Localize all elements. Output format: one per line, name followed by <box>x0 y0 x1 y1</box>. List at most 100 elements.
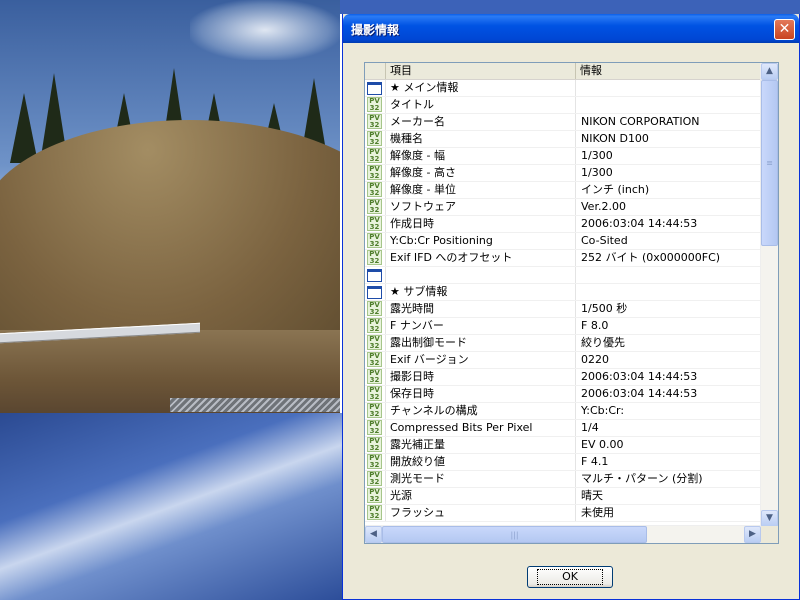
pv-icon: PV 32 <box>367 199 382 214</box>
pv-icon: PV 32 <box>367 148 382 163</box>
row-icon-cell: PV 32 <box>365 505 386 521</box>
item-value: 1/300 <box>581 166 613 179</box>
grip-icon: ≡ <box>766 158 773 168</box>
column-header-item[interactable]: 項目 <box>386 63 576 79</box>
list-item[interactable]: PV 32 作成日時 2006:03:04 14:44:53 <box>365 216 761 233</box>
list-item[interactable]: PV 32 Exif IFD へのオフセット 252 バイト (0x000000FC… <box>365 250 761 267</box>
header-icon-column[interactable] <box>365 63 386 79</box>
row-icon-cell: PV 32 <box>365 352 386 368</box>
fence <box>170 398 340 412</box>
column-header-info[interactable]: 情報 <box>576 63 761 79</box>
list-item[interactable]: PV 32 タイトル <box>365 97 761 114</box>
pv-icon: PV 32 <box>367 182 382 197</box>
item-name: 測光モード <box>386 471 576 487</box>
list-item[interactable]: PV 32 解像度 - 高さ 1/300 <box>365 165 761 182</box>
item-value: 絞り優先 <box>581 336 625 349</box>
exif-list[interactable]: 項目 情報 ★ メイン情報 PV 32 タイトル PV 32 メーカー名 NIKON CO… <box>364 62 779 544</box>
item-value <box>576 267 761 283</box>
list-item[interactable]: PV 32 Compressed Bits Per Pixel 1/4 <box>365 420 761 437</box>
list-item[interactable]: PV 32 露出制御モード 絞り優先 <box>365 335 761 352</box>
pv-icon: PV 32 <box>367 488 382 503</box>
row-icon-cell: PV 32 <box>365 403 386 419</box>
row-icon-cell: PV 32 <box>365 182 386 198</box>
item-value: F 8.0 <box>581 319 609 332</box>
pv-icon: PV 32 <box>367 505 382 520</box>
list-item[interactable]: PV 32 Y:Cb:Cr Positioning Co-Sited <box>365 233 761 250</box>
horizontal-scrollbar[interactable]: ◀ ||| ▶ <box>365 525 761 543</box>
scroll-down-button[interactable]: ▼ <box>761 510 778 527</box>
item-value: 未使用 <box>581 506 614 519</box>
row-icon-cell: PV 32 <box>365 216 386 232</box>
pv-icon: PV 32 <box>367 471 382 486</box>
item-name: メーカー名 <box>386 114 576 130</box>
row-icon-cell: PV 32 <box>365 335 386 351</box>
vertical-scrollbar[interactable]: ▲ ≡ ▼ <box>760 63 778 527</box>
row-icon-cell <box>365 267 386 283</box>
list-item[interactable]: PV 32 開放絞り値 F 4.1 <box>365 454 761 471</box>
pv-icon: PV 32 <box>367 233 382 248</box>
list-item[interactable]: PV 32 保存日時 2006:03:04 14:44:53 <box>365 386 761 403</box>
item-value: 1/300 <box>581 149 613 162</box>
list-item[interactable]: PV 32 露光補正量 EV 0.00 <box>365 437 761 454</box>
list-item[interactable]: PV 32 チャンネルの構成 Y:Cb:Cr: <box>365 403 761 420</box>
item-value: インチ (inch) <box>581 183 650 196</box>
row-icon-cell: PV 32 <box>365 233 386 249</box>
row-icon-cell: PV 32 <box>365 301 386 317</box>
item-value: 1/500 秒 <box>581 302 628 315</box>
item-value: マルチ・パターン (分割) <box>581 472 703 485</box>
item-name: 機種名 <box>386 131 576 147</box>
title-bar[interactable]: 撮影情報 ✕ <box>343 14 799 43</box>
item-name: Exif IFD へのオフセット <box>386 250 576 266</box>
list-item[interactable]: PV 32 ソフトウェア Ver.2.00 <box>365 199 761 216</box>
close-button[interactable]: ✕ <box>774 19 795 40</box>
list-item[interactable]: PV 32 撮影日時 2006:03:04 14:44:53 <box>365 369 761 386</box>
ok-label: OK <box>537 569 603 585</box>
item-value: Co-Sited <box>581 234 628 247</box>
list-item[interactable]: PV 32 解像度 - 幅 1/300 <box>365 148 761 165</box>
section-icon <box>367 269 382 282</box>
horizontal-scroll-thumb[interactable]: ||| <box>382 526 647 543</box>
item-name: ソフトウェア <box>386 199 576 215</box>
item-value <box>576 284 761 300</box>
list-item[interactable]: ★ サブ情報 <box>365 284 761 301</box>
row-icon-cell: PV 32 <box>365 199 386 215</box>
scroll-left-button[interactable]: ◀ <box>365 526 382 543</box>
item-name: Compressed Bits Per Pixel <box>386 420 576 436</box>
vertical-scroll-thumb[interactable]: ≡ <box>761 80 778 246</box>
item-value: NIKON D100 <box>581 132 649 145</box>
item-name: 光源 <box>386 488 576 504</box>
item-name: 開放絞り値 <box>386 454 576 470</box>
scroll-up-button[interactable]: ▲ <box>761 63 778 80</box>
row-icon-cell: PV 32 <box>365 471 386 487</box>
item-value: 晴天 <box>581 489 603 502</box>
list-item[interactable]: PV 32 露光時間 1/500 秒 <box>365 301 761 318</box>
pv-icon: PV 32 <box>367 131 382 146</box>
pv-icon: PV 32 <box>367 454 382 469</box>
ok-button[interactable]: OK <box>527 566 613 588</box>
row-icon-cell: PV 32 <box>365 250 386 266</box>
list-item[interactable]: PV 32 メーカー名 NIKON CORPORATION <box>365 114 761 131</box>
list-item[interactable]: PV 32 フラッシュ 未使用 <box>365 505 761 522</box>
list-item[interactable]: ★ メイン情報 <box>365 80 761 97</box>
list-item[interactable]: PV 32 F ナンバー F 8.0 <box>365 318 761 335</box>
list-item[interactable]: PV 32 測光モード マルチ・パターン (分割) <box>365 471 761 488</box>
row-icon-cell: PV 32 <box>365 97 386 113</box>
item-value: 2006:03:04 14:44:53 <box>581 217 698 230</box>
pv-icon: PV 32 <box>367 301 382 316</box>
list-item[interactable]: PV 32 解像度 - 単位 インチ (inch) <box>365 182 761 199</box>
row-icon-cell: PV 32 <box>365 165 386 181</box>
item-name: 解像度 - 幅 <box>386 148 576 164</box>
grip-icon: ||| <box>510 530 519 539</box>
list-item[interactable]: PV 32 Exif バージョン 0220 <box>365 352 761 369</box>
item-name: F ナンバー <box>386 318 576 334</box>
list-item[interactable]: PV 32 光源 晴天 <box>365 488 761 505</box>
pv-icon: PV 32 <box>367 420 382 435</box>
pv-icon: PV 32 <box>367 97 382 112</box>
pv-icon: PV 32 <box>367 335 382 350</box>
pv-icon: PV 32 <box>367 216 382 231</box>
scroll-right-button[interactable]: ▶ <box>744 526 761 543</box>
list-item[interactable]: PV 32 機種名 NIKON D100 <box>365 131 761 148</box>
item-name: 解像度 - 単位 <box>386 182 576 198</box>
list-item[interactable] <box>365 267 761 284</box>
window-title: 撮影情報 <box>351 23 400 37</box>
